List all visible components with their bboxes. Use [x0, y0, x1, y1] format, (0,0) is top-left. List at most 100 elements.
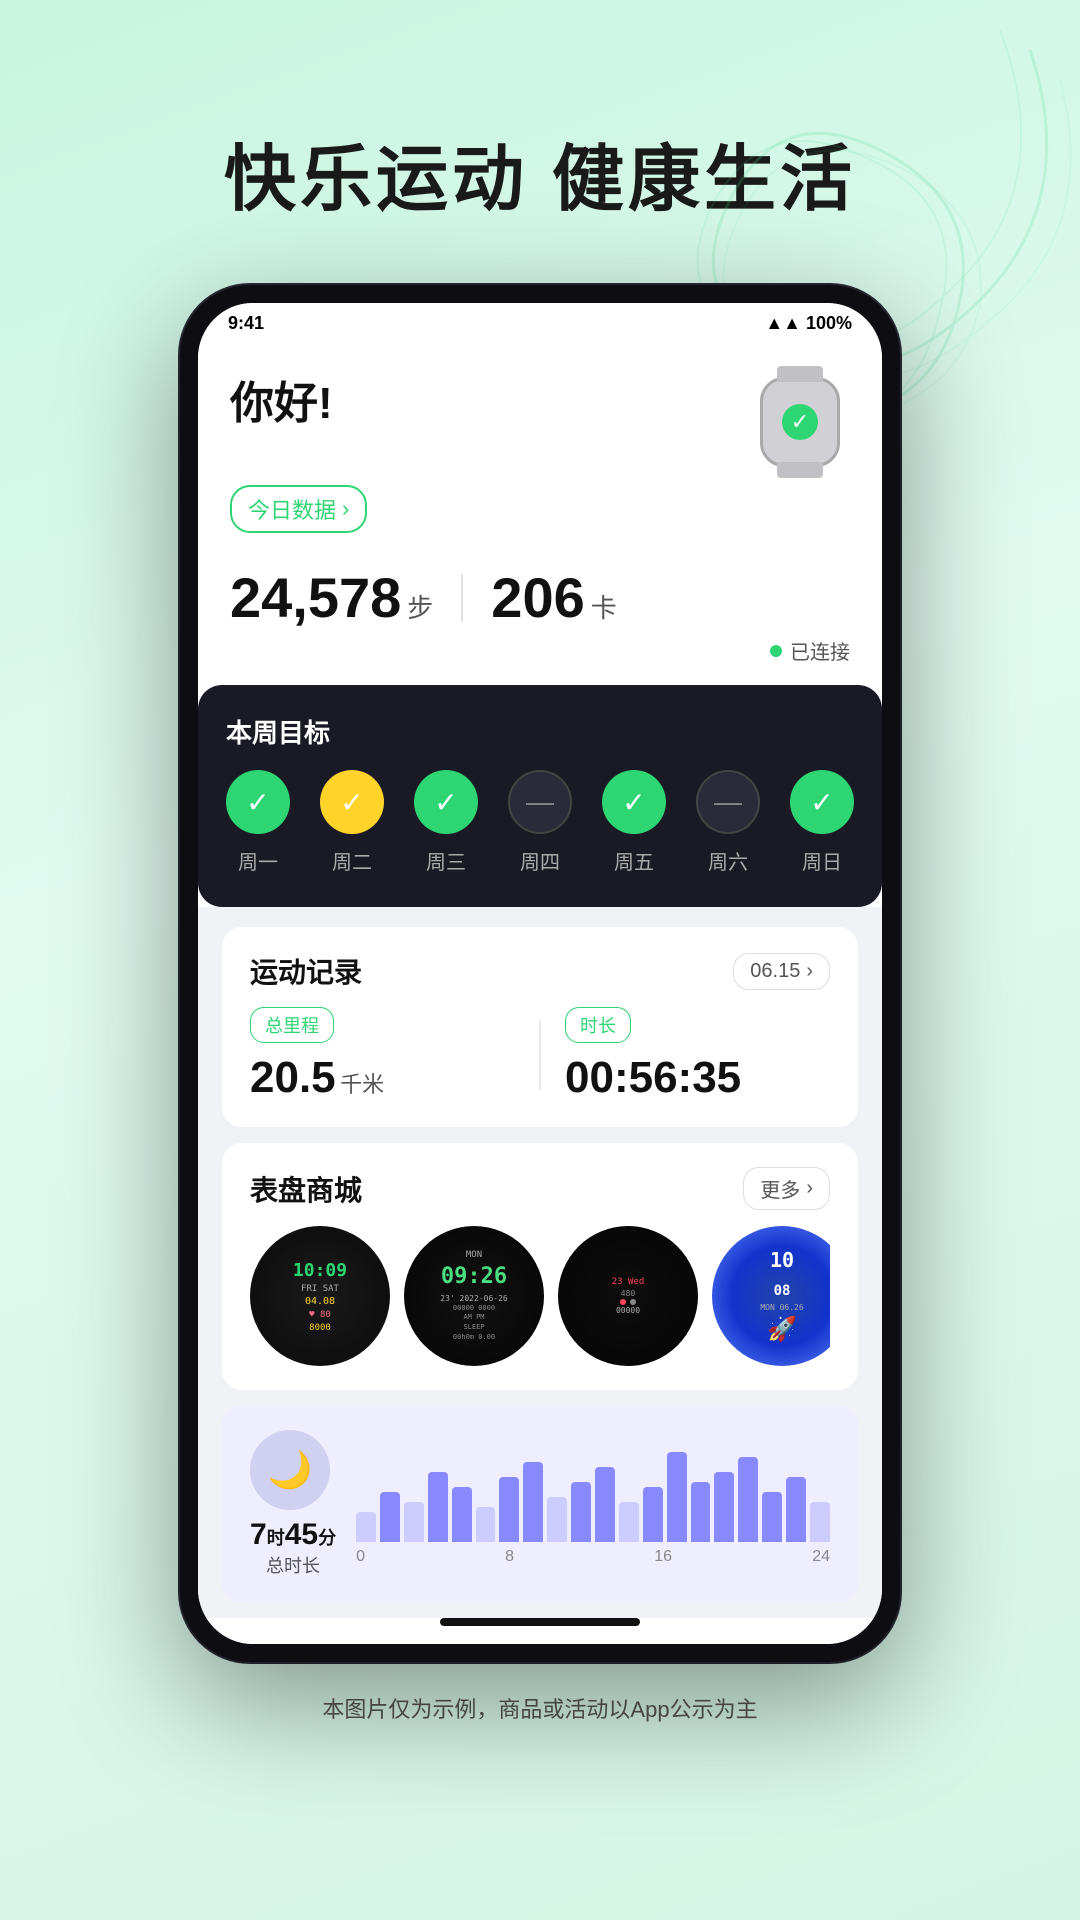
sleep-chart [356, 1442, 830, 1542]
watch-body: ✓ [760, 377, 840, 467]
sleep-bar-3 [428, 1472, 448, 1542]
exercise-stat-divider [539, 1020, 541, 1090]
day-label-mon: 周一 [226, 846, 290, 875]
wf3-content: 23 Wed 480 00000 [612, 1276, 645, 1317]
day-circle-wed: ✓ [414, 770, 478, 834]
sleep-bar-6 [499, 1477, 519, 1542]
bottom-note: 本图片仅为示例，商品或活动以App公示为主 [0, 1662, 1080, 1784]
sleep-bar-13 [667, 1452, 687, 1542]
exercise-date-button[interactable]: 06.15 › [733, 953, 830, 990]
sleep-axis-24: 24 [812, 1548, 830, 1566]
watch-store-title: 表盘商城 [250, 1169, 362, 1209]
sleep-bar-18 [786, 1477, 806, 1542]
steps-block: 24,578 步 [230, 565, 433, 630]
sleep-total-label: 总时长 [250, 1552, 336, 1578]
watch-store-card: 表盘商城 更多 › 10:09 FRI SAT 04.08 [222, 1143, 858, 1390]
exercise-header: 运动记录 06.15 › [250, 951, 830, 991]
sleep-bar-7 [523, 1462, 543, 1542]
day-circle-mon: ✓ [226, 770, 290, 834]
home-indicator [440, 1618, 640, 1626]
sleep-bar-1 [380, 1492, 400, 1542]
stat-divider [461, 574, 463, 622]
weekly-title: 本周目标 [226, 713, 854, 750]
watch-icon-area[interactable]: ✓ [750, 367, 850, 477]
sleep-bar-5 [476, 1507, 496, 1542]
chevron-icon: › [806, 960, 813, 983]
duration-stat: 时长 00:56:35 [565, 1007, 830, 1103]
phone-frame: 9:41 ▲▲ 100% 你好! ✓ [180, 285, 900, 1662]
exercise-title: 运动记录 [250, 951, 362, 991]
day-label-wed: 周三 [414, 846, 478, 875]
day-circle-tue: ✓ [320, 770, 384, 834]
connected-row: 已连接 [230, 636, 850, 665]
connected-text: 已连接 [790, 636, 850, 665]
app-top-section: 你好! ✓ 今日数据 › [198, 343, 882, 907]
day-label-fri: 周五 [602, 846, 666, 875]
greeting-area: 你好! [230, 367, 333, 431]
day-label-sat: 周六 [696, 846, 760, 875]
distance-value-row: 20.5 千米 [250, 1053, 515, 1103]
steps-value: 24,578 [230, 565, 401, 630]
stats-row: 24,578 步 206 卡 [230, 565, 850, 630]
day-circle-sat: — [696, 770, 760, 834]
distance-label: 总里程 [250, 1007, 334, 1043]
sleep-bar-8 [547, 1497, 567, 1542]
status-icons: ▲▲ 100% [765, 313, 852, 334]
weekly-card: 本周目标 ✓ ✓ ✓ — ✓ — ✓ 周一 周二 周三 周四 [198, 685, 882, 907]
sleep-bar-12 [643, 1487, 663, 1542]
watch-store-header: 表盘商城 更多 › [250, 1167, 830, 1210]
wf1-content: 10:09 FRI SAT 04.08 ♥ 80 8000 [293, 1258, 347, 1335]
watch-face-2[interactable]: MON 09:26 23' 2022-06-26 00000 0000 AM P… [404, 1226, 544, 1366]
watch-faces-row: 10:09 FRI SAT 04.08 ♥ 80 8000 MON 0 [250, 1226, 830, 1366]
sleep-moon-icon: 🌙 [250, 1430, 330, 1510]
sleep-card: 🌙 7时45分 总时长 0 8 16 24 [222, 1406, 858, 1602]
sleep-axis-8: 8 [505, 1548, 514, 1566]
days-circles-row: ✓ ✓ ✓ — ✓ — ✓ [226, 770, 854, 834]
sleep-bar-19 [810, 1502, 830, 1542]
day-label-sun: 周日 [790, 846, 854, 875]
sleep-bar-2 [404, 1502, 424, 1542]
sleep-chart-area: 0 8 16 24 [356, 1442, 830, 1566]
sleep-left: 🌙 7时45分 总时长 [250, 1430, 336, 1578]
more-button[interactable]: 更多 › [743, 1167, 830, 1210]
wf2-content: MON 09:26 23' 2022-06-26 00000 0000 AM P… [440, 1249, 507, 1343]
distance-unit: 千米 [340, 1072, 384, 1097]
watch-strap-top [777, 366, 823, 382]
sleep-bar-0 [356, 1512, 376, 1542]
sections-area: 运动记录 06.15 › 总里程 20.5 千米 [198, 907, 882, 1602]
day-circle-sun: ✓ [790, 770, 854, 834]
calories-block: 206 卡 [491, 565, 616, 630]
distance-stat: 总里程 20.5 千米 [250, 1007, 515, 1103]
sleep-axis-16: 16 [654, 1548, 672, 1566]
sleep-axis-0: 0 [356, 1548, 365, 1566]
sleep-bar-11 [619, 1502, 639, 1542]
duration-label: 时长 [565, 1007, 631, 1043]
watch-face-3[interactable]: 23 Wed 480 00000 [558, 1226, 698, 1366]
sleep-bar-14 [691, 1482, 711, 1542]
sleep-bar-15 [714, 1472, 734, 1542]
phone-screen: 9:41 ▲▲ 100% 你好! ✓ [198, 303, 882, 1644]
more-chevron-icon: › [806, 1177, 813, 1200]
sleep-bar-10 [595, 1467, 615, 1542]
sleep-bar-17 [762, 1492, 782, 1542]
watch-strap-bottom [777, 462, 823, 478]
calories-unit: 卡 [591, 588, 617, 625]
watch-face-4[interactable]: 1008 MON 06.26 🚀 [712, 1226, 830, 1366]
sleep-axis: 0 8 16 24 [356, 1548, 830, 1566]
today-data-button[interactable]: 今日数据 › [230, 485, 367, 533]
distance-value: 20.5 [250, 1053, 336, 1102]
wf4-content: 1008 MON 06.26 🚀 [760, 1246, 803, 1347]
watch-face-1[interactable]: 10:09 FRI SAT 04.08 ♥ 80 8000 [250, 1226, 390, 1366]
day-label-thu: 周四 [508, 846, 572, 875]
exercise-date: 06.15 [750, 960, 800, 983]
day-circle-fri: ✓ [602, 770, 666, 834]
steps-unit: 步 [407, 588, 433, 625]
sleep-bar-9 [571, 1482, 591, 1542]
duration-value-row: 00:56:35 [565, 1053, 830, 1103]
watch-check-icon: ✓ [782, 404, 818, 440]
greeting-text: 你好! [230, 367, 333, 431]
exercise-stats: 总里程 20.5 千米 时长 00:56:35 [250, 1007, 830, 1103]
calories-value: 206 [491, 565, 584, 630]
sleep-bar-4 [452, 1487, 472, 1542]
exercise-card: 运动记录 06.15 › 总里程 20.5 千米 [222, 927, 858, 1127]
